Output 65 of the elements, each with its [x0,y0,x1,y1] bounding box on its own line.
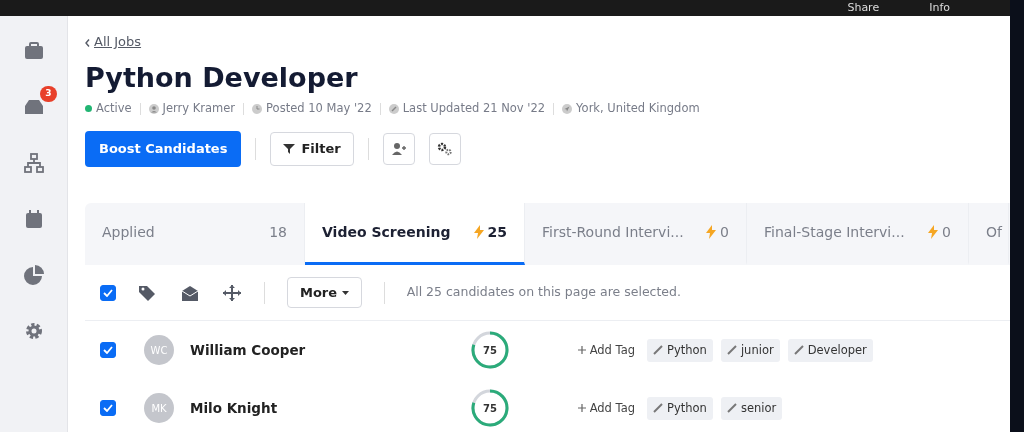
filter-icon [283,144,296,154]
tag-icon[interactable] [138,283,158,302]
row-checkbox[interactable] [100,400,116,417]
select-all-checkbox[interactable] [100,284,116,301]
score-value: 75 [483,343,497,358]
more-dropdown[interactable]: More [287,276,362,309]
pencil-icon [726,345,737,356]
overlay-label[interactable]: Share [847,0,880,16]
tag-chip[interactable]: junior [720,338,780,362]
stage-tab[interactable]: Video Screening 25 [305,202,525,265]
check-icon [103,288,113,297]
chevron-left-icon [85,38,90,47]
candidate-name[interactable]: William Cooper [190,340,470,361]
move-arrows-icon[interactable] [222,283,242,302]
envelope-icon[interactable] [180,283,200,302]
plus-icon [578,404,586,413]
boost-candidates-button[interactable]: Boost Candidates [85,131,242,167]
overlay-label[interactable]: Info [929,0,950,16]
tab-count: 18 [269,222,287,242]
pencil-icon [726,403,737,414]
tag-chip[interactable]: Developer [787,338,873,362]
pencil-icon [653,345,664,356]
row-checkbox[interactable] [100,342,116,359]
stage-tab[interactable]: Of [969,202,1009,265]
hierarchy-icon[interactable] [22,151,45,174]
tab-count: 0 [942,222,951,242]
gears-icon [436,142,453,156]
tag-chip[interactable]: Python [647,396,713,420]
selection-message: All 25 candidates on this page are selected. [406,283,681,302]
avatar-circle: MK [144,393,174,424]
tab-count: 25 [487,222,507,242]
tag-chip[interactable]: senior [720,396,783,420]
tab-count: 0 [720,222,729,242]
back-link[interactable]: All Jobs [94,34,142,49]
stage-tab[interactable]: First-Round Intervi... 0 [525,202,747,265]
add-tag-button[interactable]: Add Tag [574,396,640,420]
avatar-circle: WC [144,335,174,366]
location-arrow-icon [562,103,573,114]
person-icon [148,103,159,114]
meta-text: Jerry Kramer [162,100,236,117]
count-badge: 3 [40,86,57,102]
pencil-icon [388,103,399,114]
settings-button[interactable] [428,133,461,165]
add-person-icon [390,142,407,156]
score-value: 75 [483,401,497,416]
pencil-icon [793,345,804,356]
add-tag-button[interactable]: Add Tag [574,338,640,362]
meta-text: Last Updated 21 Nov '22 [402,100,546,117]
tag-chip[interactable]: Python [647,338,713,362]
clock-icon [252,103,263,114]
stage-tab[interactable]: Final-Stage Intervi... 0 [747,202,969,265]
meta-text: Posted 10 May '22 [266,100,372,117]
check-icon [103,404,113,413]
check-icon [103,346,113,355]
briefcase-icon[interactable] [22,39,45,62]
meta-text: York, United Kingdom [576,100,700,117]
candidate-name[interactable]: Milo Knight [190,398,470,419]
filter-button[interactable]: Filter [270,132,354,166]
pie-chart-icon[interactable] [22,263,45,286]
meta-text: Active [96,100,132,117]
plus-icon [578,346,586,355]
add-person-button[interactable] [382,133,415,165]
pencil-icon [653,403,664,414]
job-title: Python Developer [85,60,359,95]
caret-icon [341,291,349,296]
